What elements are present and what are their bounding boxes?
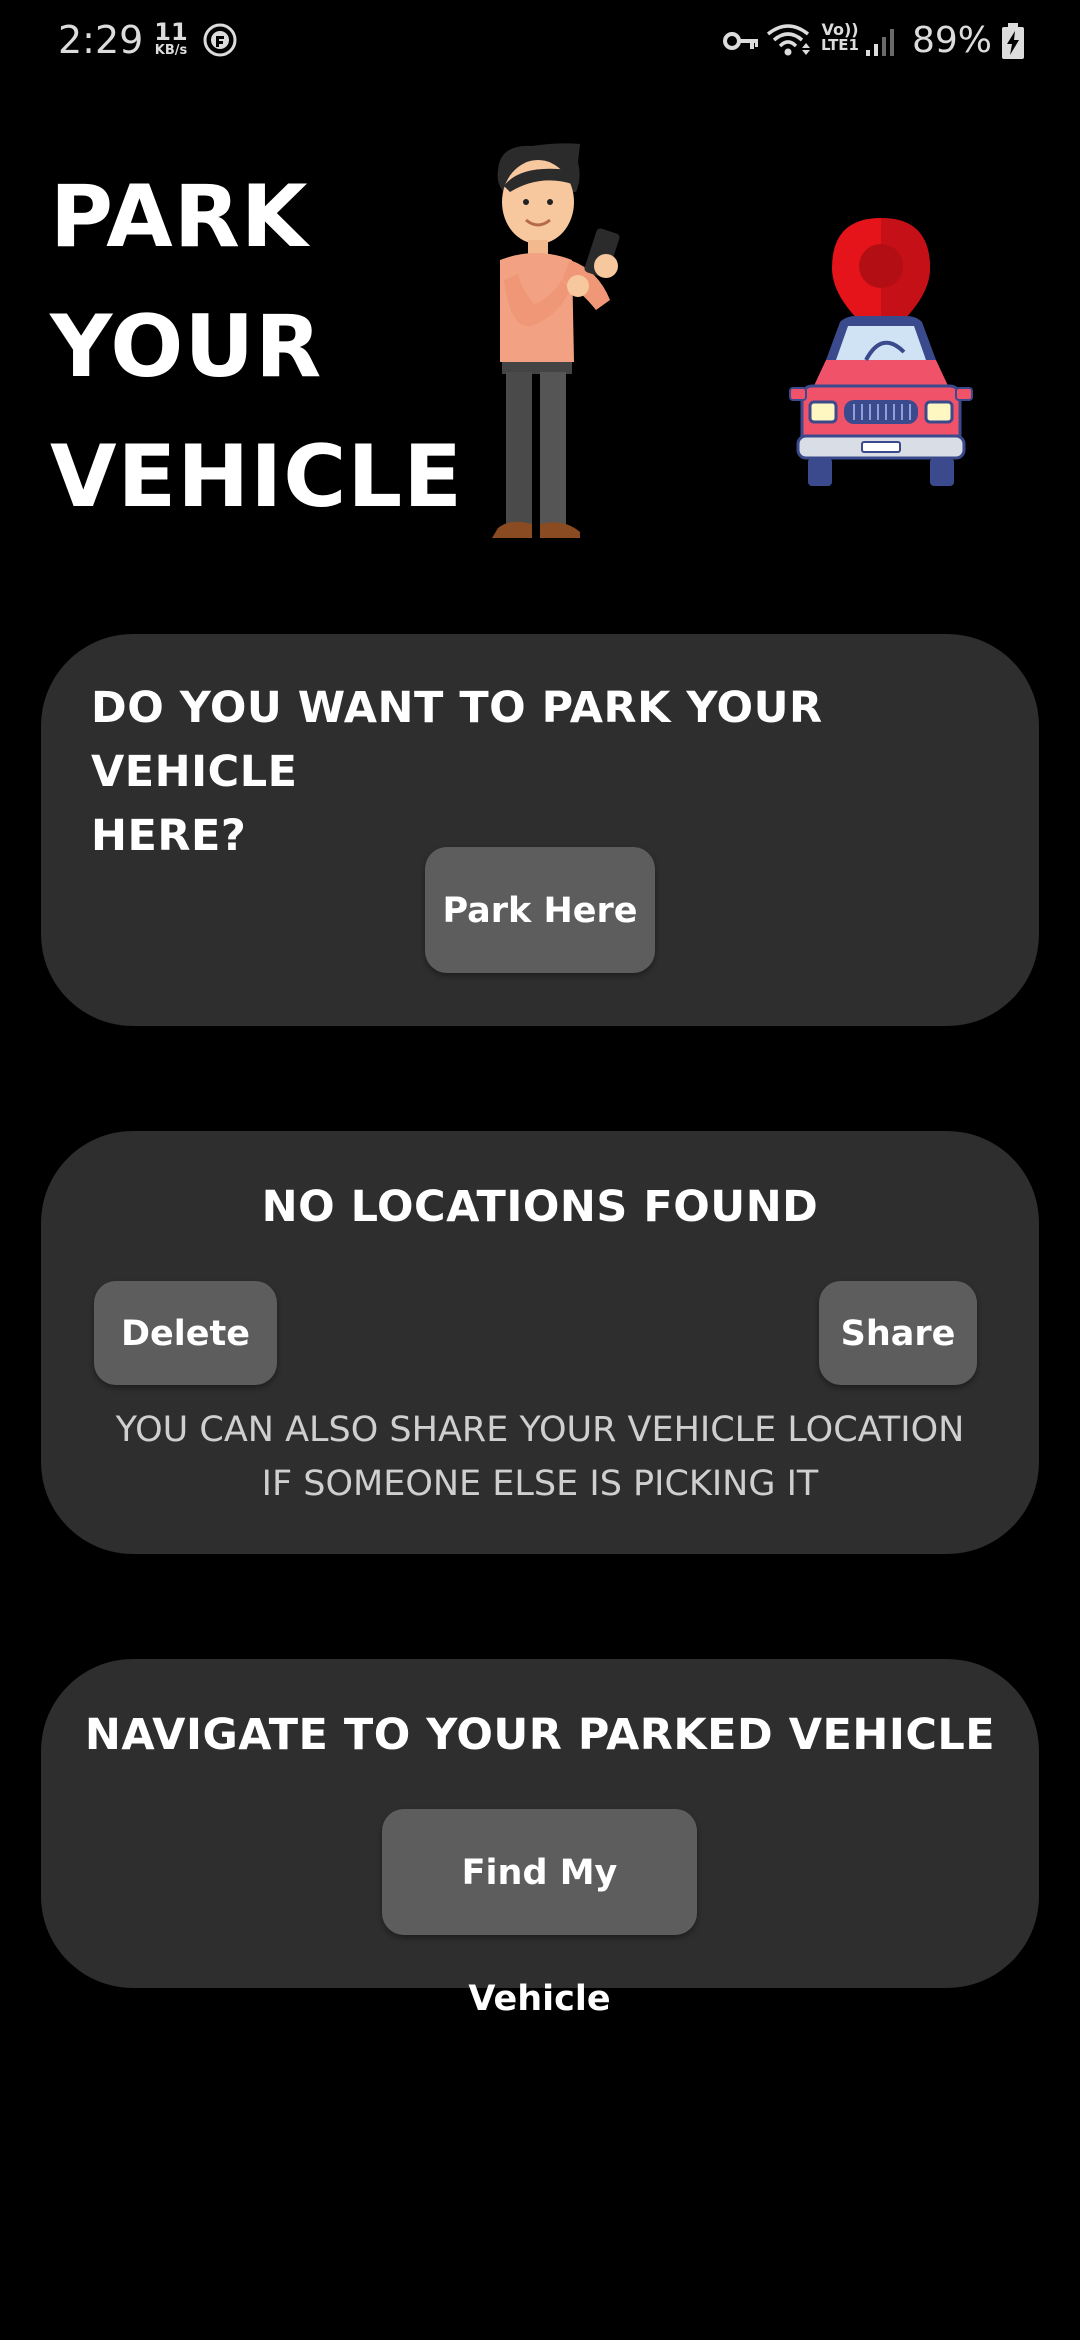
find-my-vehicle-button[interactable]: Find My Vehicle bbox=[382, 1809, 697, 2019]
no-locations-heading: NO LOCATIONS FOUND bbox=[261, 1182, 819, 1232]
navigate-heading: NAVIGATE TO YOUR PARKED VEHICLE bbox=[84, 1710, 996, 1760]
park-card: DO YOU WANT TO PARK YOUR VEHICLE HERE? P… bbox=[41, 634, 1039, 1026]
car-location-pin-illustration bbox=[789, 218, 973, 486]
wifi-icon bbox=[766, 24, 810, 56]
park-here-button[interactable]: Park Here bbox=[425, 847, 655, 973]
hero-title-line: PARK bbox=[50, 167, 309, 267]
volte-bottom-label: LTE1 bbox=[821, 36, 859, 54]
signal-strength-icon bbox=[866, 29, 894, 56]
status-time: 2:29 bbox=[58, 18, 144, 62]
share-button[interactable]: Share bbox=[819, 1281, 977, 1385]
network-speed-unit: KB/s bbox=[154, 43, 188, 58]
app-notification-icon bbox=[203, 23, 237, 57]
network-speed-value: 11 bbox=[154, 18, 188, 46]
delete-button[interactable]: Delete bbox=[94, 1281, 277, 1385]
navigate-card: NAVIGATE TO YOUR PARKED VEHICLE Find My … bbox=[41, 1659, 1039, 2019]
status-bar: 2:29 11 KB/s Vo)) LTE1 89% bbox=[0, 0, 1080, 84]
network-speed: 11 KB/s bbox=[150, 20, 192, 57]
app-screen: 2:29 11 KB/s Vo)) LTE1 89% PARK YOUR VEH… bbox=[0, 0, 1080, 2340]
share-hint-line: YOU CAN ALSO SHARE YOUR VEHICLE LOCATION bbox=[115, 1410, 965, 1450]
battery-percent: 89% bbox=[912, 20, 993, 61]
person-with-phone-illustration bbox=[492, 143, 620, 538]
hero-title-line: YOUR bbox=[50, 297, 323, 397]
vpn-key-icon bbox=[723, 32, 758, 50]
locations-card: NO LOCATIONS FOUND Delete Share YOU CAN … bbox=[41, 1131, 1039, 1554]
hero-title-line: VEHICLE bbox=[50, 427, 463, 527]
park-question-line: DO YOU WANT TO PARK YOUR VEHICLE bbox=[91, 683, 823, 797]
share-hint-line: IF SOMEONE ELSE IS PICKING IT bbox=[261, 1464, 819, 1504]
share-hint-text: YOU CAN ALSO SHARE YOUR VEHICLE LOCATION… bbox=[41, 1403, 1039, 1511]
volte-indicator: Vo)) LTE1 bbox=[818, 22, 862, 53]
hero-title: PARK YOUR VEHICLE bbox=[50, 152, 463, 542]
park-question-heading: DO YOU WANT TO PARK YOUR VEHICLE HERE? bbox=[91, 676, 991, 868]
battery-charging-icon bbox=[1002, 23, 1024, 59]
